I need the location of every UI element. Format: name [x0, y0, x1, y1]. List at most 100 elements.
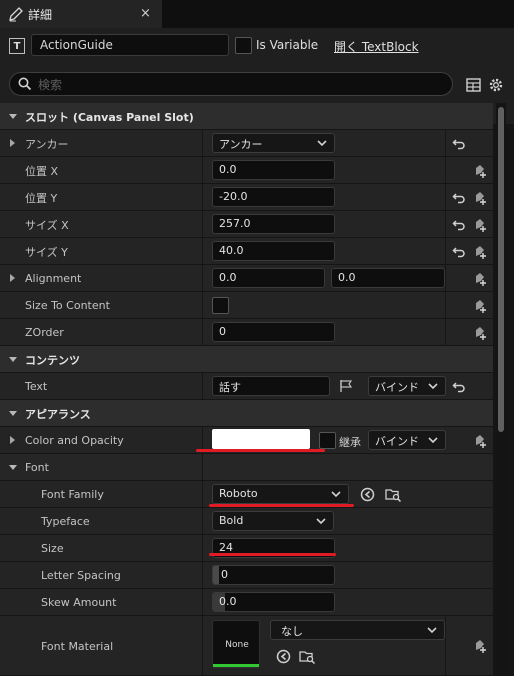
collapse-arrow-icon[interactable] — [9, 114, 17, 119]
alignment-x-input[interactable]: 0.0 — [212, 268, 325, 288]
column-divider — [445, 157, 446, 183]
prop-row-size: Size 24 — [0, 535, 493, 562]
use-selected-asset-icon[interactable] — [360, 487, 375, 502]
text-bind-dropdown[interactable]: バインド — [368, 376, 446, 396]
alignment-y-input[interactable]: 0.0 — [331, 268, 445, 288]
pin-add-icon[interactable] — [472, 433, 488, 449]
chevron-down-icon — [316, 518, 326, 525]
column-divider — [202, 616, 203, 675]
size-x-input[interactable]: 257.0 — [212, 214, 335, 234]
widget-name-input[interactable]: ActionGuide — [31, 34, 229, 56]
tab-details[interactable]: 詳細 × — [0, 0, 162, 28]
collapse-arrow-icon[interactable] — [9, 357, 17, 362]
column-divider — [445, 238, 446, 264]
pin-add-icon[interactable] — [472, 325, 488, 341]
skew-amount-slider[interactable]: 0.0 — [212, 592, 335, 612]
text-input[interactable]: 話す — [212, 376, 330, 396]
column-divider — [202, 184, 203, 210]
category-slot[interactable]: スロット (Canvas Panel Slot) — [0, 103, 493, 130]
font-material-value: なし — [281, 625, 303, 638]
table-view-icon[interactable] — [465, 76, 483, 94]
scrollbar-thumb[interactable] — [498, 107, 504, 432]
position-y-input[interactable]: -20.0 — [212, 187, 335, 207]
close-icon[interactable]: × — [140, 6, 151, 21]
pin-add-icon[interactable] — [472, 190, 488, 206]
prop-label: ZOrder — [25, 326, 64, 339]
font-material-dropdown[interactable]: なし — [270, 620, 445, 640]
size-to-content-checkbox[interactable] — [212, 297, 229, 314]
typeface-value: Bold — [219, 514, 244, 527]
font-family-dropdown[interactable]: Roboto — [212, 484, 349, 504]
pin-add-icon[interactable] — [472, 244, 488, 260]
is-variable-label: Is Variable — [256, 38, 319, 52]
collapse-arrow-icon[interactable] — [9, 465, 17, 470]
annotation-underline-color — [196, 449, 325, 452]
typeface-dropdown[interactable]: Bold — [212, 511, 334, 531]
search-icon — [18, 77, 32, 91]
browse-asset-icon[interactable] — [299, 648, 316, 665]
pin-add-icon[interactable] — [472, 217, 488, 233]
category-appearance[interactable]: アピアランス — [0, 400, 493, 427]
category-label: スロット (Canvas Panel Slot) — [25, 110, 194, 124]
prop-label: Skew Amount — [41, 596, 117, 609]
flag-icon[interactable] — [339, 379, 353, 393]
is-variable-checkbox[interactable] — [235, 37, 252, 54]
prop-label: Alignment — [25, 272, 82, 285]
column-divider — [445, 130, 446, 156]
prop-label: Color and Opacity — [25, 434, 124, 447]
prop-label: Letter Spacing — [41, 569, 121, 582]
expand-arrow-icon[interactable] — [10, 436, 15, 444]
search-input[interactable]: 検索 — [9, 72, 453, 96]
open-textblock-link[interactable]: 開く TextBlock — [334, 38, 419, 55]
prop-label: 位置 X — [25, 164, 59, 178]
pencil-icon — [9, 7, 23, 22]
prop-row-letter-spacing: Letter Spacing 0 — [0, 562, 493, 589]
pin-add-icon[interactable] — [472, 271, 488, 287]
prop-row-font[interactable]: Font — [0, 454, 493, 481]
anchor-dropdown[interactable]: アンカー — [212, 133, 335, 153]
column-divider — [445, 616, 446, 675]
chevron-down-icon — [428, 437, 438, 444]
column-divider — [445, 292, 446, 318]
pin-add-icon[interactable] — [472, 163, 488, 179]
inherit-label: 継承 — [339, 436, 361, 449]
zorder-input[interactable]: 0 — [212, 322, 335, 342]
pin-add-icon[interactable] — [472, 638, 488, 654]
category-content[interactable]: コンテンツ — [0, 346, 493, 373]
font-material-thumbnail[interactable]: None — [212, 620, 260, 668]
prop-row-position-y: 位置 Y -20.0 — [0, 184, 493, 211]
reset-arrow-icon[interactable] — [452, 191, 466, 205]
position-x-input[interactable]: 0.0 — [212, 160, 335, 180]
column-divider — [202, 157, 203, 183]
prop-row-size-y: サイズ Y 40.0 — [0, 238, 493, 265]
color-swatch[interactable] — [212, 429, 310, 449]
reset-arrow-icon[interactable] — [452, 380, 466, 394]
reset-arrow-icon[interactable] — [452, 245, 466, 259]
column-divider — [202, 211, 203, 237]
size-y-input[interactable]: 40.0 — [212, 241, 335, 261]
prop-label: Typeface — [41, 515, 90, 528]
column-divider — [202, 589, 203, 615]
pin-add-icon[interactable] — [472, 298, 488, 314]
inherit-checkbox[interactable] — [319, 432, 336, 449]
prop-row-alignment: Alignment 0.0 0.0 — [0, 265, 493, 292]
prop-row-text: Text 話す バインド — [0, 373, 493, 400]
column-divider — [202, 238, 203, 264]
chevron-down-icon — [428, 383, 438, 390]
use-selected-asset-icon[interactable] — [276, 649, 291, 664]
prop-label: Font Family — [41, 488, 104, 501]
letter-spacing-input[interactable]: 0 — [212, 565, 335, 585]
search-placeholder: 検索 — [38, 77, 63, 92]
chevron-down-icon — [427, 627, 437, 634]
collapse-arrow-icon[interactable] — [9, 411, 17, 416]
prop-label: サイズ X — [25, 218, 69, 232]
column-divider — [445, 265, 446, 291]
reset-arrow-icon[interactable] — [452, 218, 466, 232]
expand-arrow-icon[interactable] — [10, 274, 15, 282]
expand-arrow-icon[interactable] — [10, 139, 15, 147]
gear-icon[interactable] — [487, 76, 505, 94]
reset-arrow-icon[interactable] — [452, 137, 466, 151]
text-widget-icon: T — [9, 38, 25, 54]
browse-asset-icon[interactable] — [385, 486, 402, 503]
color-bind-dropdown[interactable]: バインド — [368, 430, 446, 450]
